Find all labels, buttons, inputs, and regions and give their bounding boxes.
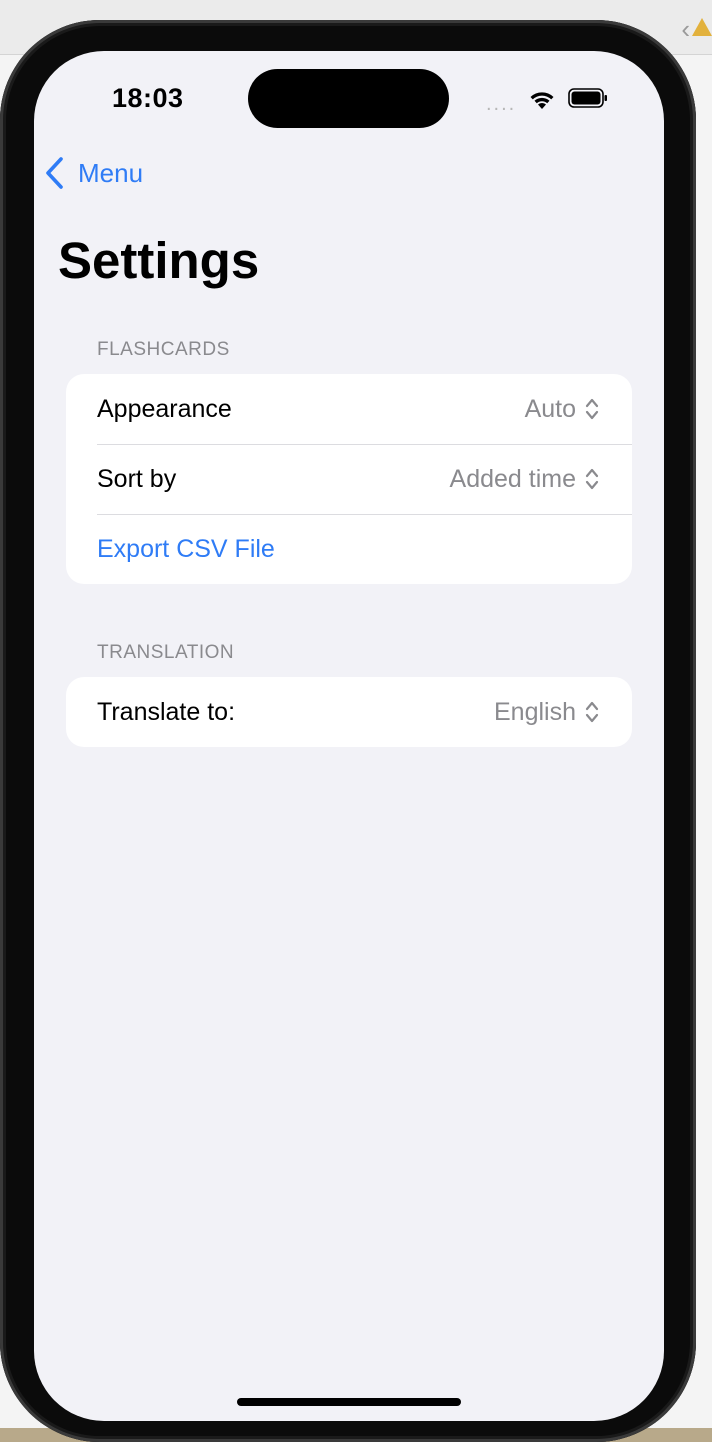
cellular-signal-icon: .... — [486, 93, 517, 115]
status-time: 18:03 — [112, 83, 184, 113]
translate-to-value: English — [494, 697, 576, 726]
back-button[interactable]: Menu — [44, 153, 143, 193]
host-chevron-left-icon[interactable]: ‹ — [681, 14, 690, 45]
iphone-device-frame: 18:03 .... Menu Settings FLASHCARDS Appe… — [0, 20, 696, 1442]
battery-icon — [568, 88, 607, 108]
home-indicator[interactable] — [237, 1398, 461, 1406]
wifi-icon — [530, 92, 554, 109]
dynamic-island — [248, 69, 449, 128]
section-header-flashcards: FLASHCARDS — [97, 339, 230, 360]
export-csv-button[interactable]: Export CSV File — [66, 514, 632, 584]
section-header-translation: TRANSLATION — [97, 642, 235, 663]
chevron-up-down-icon — [585, 398, 599, 420]
sort-by-picker-row[interactable]: Sort by Added time — [66, 444, 632, 514]
back-button-label: Menu — [78, 157, 144, 188]
export-csv-label: Export CSV File — [97, 534, 275, 563]
sort-by-label: Sort by — [97, 464, 177, 493]
appearance-picker-row[interactable]: Appearance Auto — [66, 374, 632, 444]
translate-to-picker-row[interactable]: Translate to: English — [66, 677, 632, 747]
phone-screen: 18:03 .... Menu Settings FLASHCARDS Appe… — [34, 51, 664, 1421]
host-warning-icon[interactable] — [692, 18, 712, 36]
flashcards-settings-group: Appearance Auto Sort by Added time Expor… — [66, 374, 632, 584]
sort-by-value: Added time — [449, 464, 576, 493]
appearance-value: Auto — [524, 394, 576, 423]
chevron-up-down-icon — [585, 701, 599, 723]
chevron-left-icon — [46, 157, 63, 189]
translation-settings-group: Translate to: English — [66, 677, 632, 747]
translate-to-label: Translate to: — [97, 697, 236, 726]
page-title: Settings — [58, 232, 260, 289]
appearance-label: Appearance — [97, 394, 232, 423]
chevron-up-down-icon — [585, 468, 599, 490]
